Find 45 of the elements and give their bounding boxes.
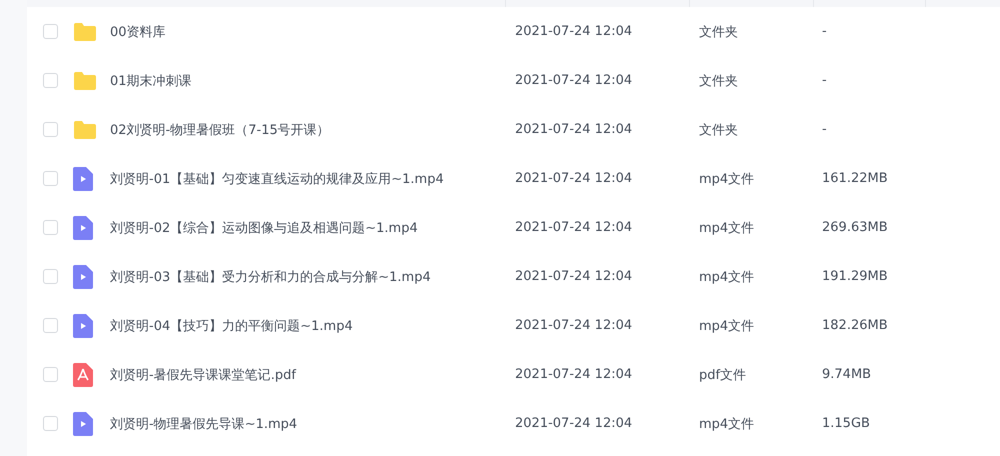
file-name[interactable]: 刘贤明-01【基础】匀变速直线运动的规律及应用~1.mp4	[110, 172, 444, 186]
file-type: mp4文件	[699, 172, 754, 186]
modified-time: 2021-07-24 12:04	[515, 122, 632, 137]
file-type: mp4文件	[699, 220, 754, 236]
file-name[interactable]: 刘贤明-04【技巧】力的平衡问题~1.mp4	[110, 318, 353, 334]
file-size: 9.74MB	[822, 367, 872, 382]
checkbox[interactable]	[43, 269, 58, 284]
checkbox[interactable]	[43, 171, 58, 186]
file-type: mp4文件	[699, 318, 754, 334]
file-size: 1.15GB	[822, 416, 870, 431]
file-size: -	[822, 73, 827, 88]
modified-time: 2021-07-24 12:04	[515, 73, 632, 88]
file-type: 文件夹	[699, 122, 738, 138]
checkbox[interactable]	[43, 367, 58, 382]
modified-time: 2021-07-24 12:04	[515, 171, 632, 186]
file-name[interactable]: 02刘贤明-物理暑假班（7-15号开课）	[110, 122, 330, 138]
checkbox[interactable]	[43, 24, 58, 39]
checkbox[interactable]	[43, 416, 58, 431]
file-type: pdf文件	[699, 368, 746, 382]
file-name[interactable]: 00资料库	[110, 24, 166, 40]
checkbox[interactable]	[43, 220, 58, 235]
file-size: -	[822, 24, 827, 39]
modified-time: 2021-07-24 12:04	[515, 220, 632, 235]
modified-time: 2021-07-24 12:04	[515, 416, 632, 431]
modified-time: 2021-07-24 12:04	[515, 269, 632, 284]
file-name[interactable]: 刘贤明-03【基础】受力分析和力的合成与分解~1.mp4	[110, 270, 431, 284]
modified-time: 2021-07-24 12:04	[515, 367, 632, 382]
file-size: -	[822, 122, 827, 137]
file-name[interactable]: 01期末冲刺课	[110, 74, 192, 88]
file-size: 191.29MB	[822, 269, 888, 284]
file-name[interactable]: 刘贤明-物理暑假先导课~1.mp4	[110, 416, 298, 432]
file-size: 182.26MB	[822, 318, 888, 333]
checkbox[interactable]	[43, 122, 58, 137]
file-type: 文件夹	[699, 74, 738, 88]
checkbox[interactable]	[43, 318, 58, 333]
file-type: mp4文件	[699, 270, 754, 284]
file-type: mp4文件	[699, 416, 754, 432]
file-name[interactable]: 刘贤明-02【综合】运动图像与追及相遇问题~1.mp4	[110, 220, 418, 236]
checkbox[interactable]	[43, 73, 58, 88]
modified-time: 2021-07-24 12:04	[515, 24, 632, 39]
modified-time: 2021-07-24 12:04	[515, 318, 632, 333]
file-size: 161.22MB	[822, 171, 888, 186]
file-name[interactable]: 刘贤明-暑假先导课课堂笔记.pdf	[110, 368, 296, 382]
file-type: 文件夹	[699, 24, 738, 40]
file-size: 269.63MB	[822, 220, 888, 235]
